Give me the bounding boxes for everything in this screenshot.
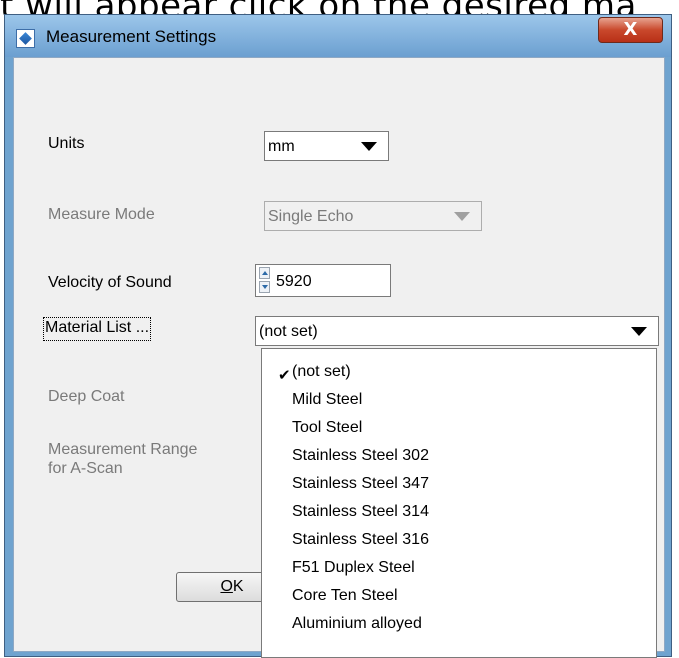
measure-mode-dropdown: Single Echo [264, 201, 482, 231]
measure-mode-value: Single Echo [268, 208, 354, 225]
checkmark-icon: ✔ [278, 366, 291, 384]
spin-down-icon[interactable] [259, 281, 270, 293]
ok-accelerator: O [220, 578, 233, 595]
units-label: Units [48, 135, 85, 152]
list-item[interactable]: Aluminium alloyed [292, 615, 422, 645]
list-item[interactable]: Core Ten Steel [292, 587, 398, 617]
window-title: Measurement Settings [46, 27, 217, 46]
measure-mode-label: Measure Mode [48, 206, 155, 223]
ok-label-rest: K [232, 578, 244, 595]
chevron-down-icon [361, 142, 377, 151]
material-dropdown[interactable]: (not set) [255, 316, 659, 346]
list-item[interactable]: (not set) [292, 363, 351, 393]
velocity-label: Velocity of Sound [48, 274, 172, 291]
velocity-value[interactable]: 5920 [276, 273, 312, 291]
list-item[interactable]: F51 Duplex Steel [292, 559, 415, 589]
spin-up-icon[interactable] [259, 267, 270, 279]
list-item[interactable]: Stainless Steel 314 [292, 503, 429, 533]
material-value: (not set) [259, 323, 318, 340]
deep-coat-label: Deep Coat [48, 388, 125, 405]
units-value: mm [268, 138, 295, 155]
list-item[interactable]: Stainless Steel 347 [292, 475, 429, 505]
title-bar[interactable]: Measurement Settings X [5, 15, 671, 57]
velocity-spinner[interactable]: 5920 [255, 264, 391, 297]
list-item[interactable]: Stainless Steel 302 [292, 447, 429, 477]
spinner-buttons [259, 267, 270, 294]
list-item[interactable]: Stainless Steel 316 [292, 531, 429, 561]
chevron-down-icon [631, 327, 647, 336]
measurement-settings-dialog: Measurement Settings X Units mm Measure … [4, 14, 672, 658]
close-button[interactable]: X [598, 17, 663, 43]
material-options-list[interactable]: ✔ (not set) Mild Steel Tool Steel Stainl… [261, 348, 657, 658]
chevron-down-icon [454, 212, 470, 221]
measurement-range-label: Measurement Range [48, 441, 198, 458]
material-list-button[interactable]: Material List ... [43, 317, 152, 341]
app-icon [16, 29, 35, 48]
list-item[interactable]: Tool Steel [292, 419, 362, 449]
list-item[interactable]: Mild Steel [292, 391, 362, 421]
units-dropdown[interactable]: mm [264, 131, 389, 161]
measurement-range-label-line2: for A-Scan [48, 460, 123, 477]
